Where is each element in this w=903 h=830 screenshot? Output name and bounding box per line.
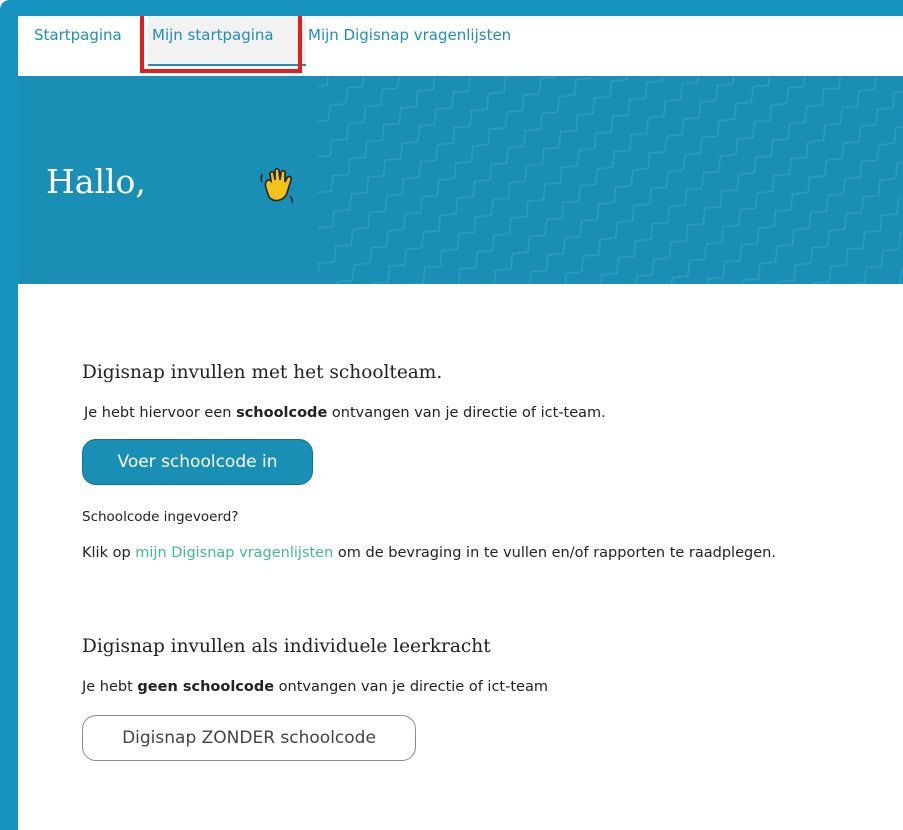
school-heading: Digisnap invullen met het schoolteam. xyxy=(82,362,443,383)
school-intro-text: Je hebt hiervoor een xyxy=(84,405,237,421)
zigzag-pattern xyxy=(318,76,903,284)
school-intro-bold: schoolcode xyxy=(236,405,328,421)
enter-schoolcode-button[interactable]: Voer schoolcode in xyxy=(82,439,313,485)
waving-hand-icon xyxy=(260,167,294,204)
tab-mijn-digisnap-vragenlijsten[interactable]: Mijn Digisnap vragenlijsten xyxy=(308,26,511,44)
tab-startpagina[interactable]: Startpagina xyxy=(34,26,122,44)
hero-banner: Hallo, xyxy=(18,76,903,284)
school-info-text-end: om de bevraging in te vullen en/of rappo… xyxy=(333,545,776,561)
without-schoolcode-button[interactable]: Digisnap ZONDER schoolcode xyxy=(82,715,416,761)
individual-intro-bold: geen schoolcode xyxy=(137,679,275,695)
school-intro: Je hebt hiervoor een schoolcode ontvange… xyxy=(82,405,903,421)
school-info: Klik op mijn Digisnap vragenlijsten om d… xyxy=(82,545,903,561)
browser-frame: Startpagina Mijn startpagina Mijn Digisn… xyxy=(0,0,903,830)
individual-heading: Digisnap invullen als individuele leerkr… xyxy=(82,636,491,657)
individual-intro: Je hebt geen schoolcode ontvangen van je… xyxy=(82,679,903,695)
school-intro-text-end: ontvangen van je directie of ict-team. xyxy=(327,405,606,421)
tab-mijn-startpagina[interactable]: Mijn startpagina xyxy=(148,16,306,66)
main-content: Digisnap invullen met het schoolteam. Je… xyxy=(18,284,903,761)
vragenlijsten-link[interactable]: mijn Digisnap vragenlijsten xyxy=(135,545,333,561)
individual-intro-text-end: ontvangen van je directie of ict-team xyxy=(274,679,548,695)
schoolcode-question: Schoolcode ingevoerd? xyxy=(82,509,239,525)
individual-intro-text: Je hebt xyxy=(82,679,138,695)
school-info-text: Klik op xyxy=(82,545,136,561)
top-navigation: Startpagina Mijn startpagina Mijn Digisn… xyxy=(18,16,903,76)
greeting-title: Hallo, xyxy=(46,162,146,201)
